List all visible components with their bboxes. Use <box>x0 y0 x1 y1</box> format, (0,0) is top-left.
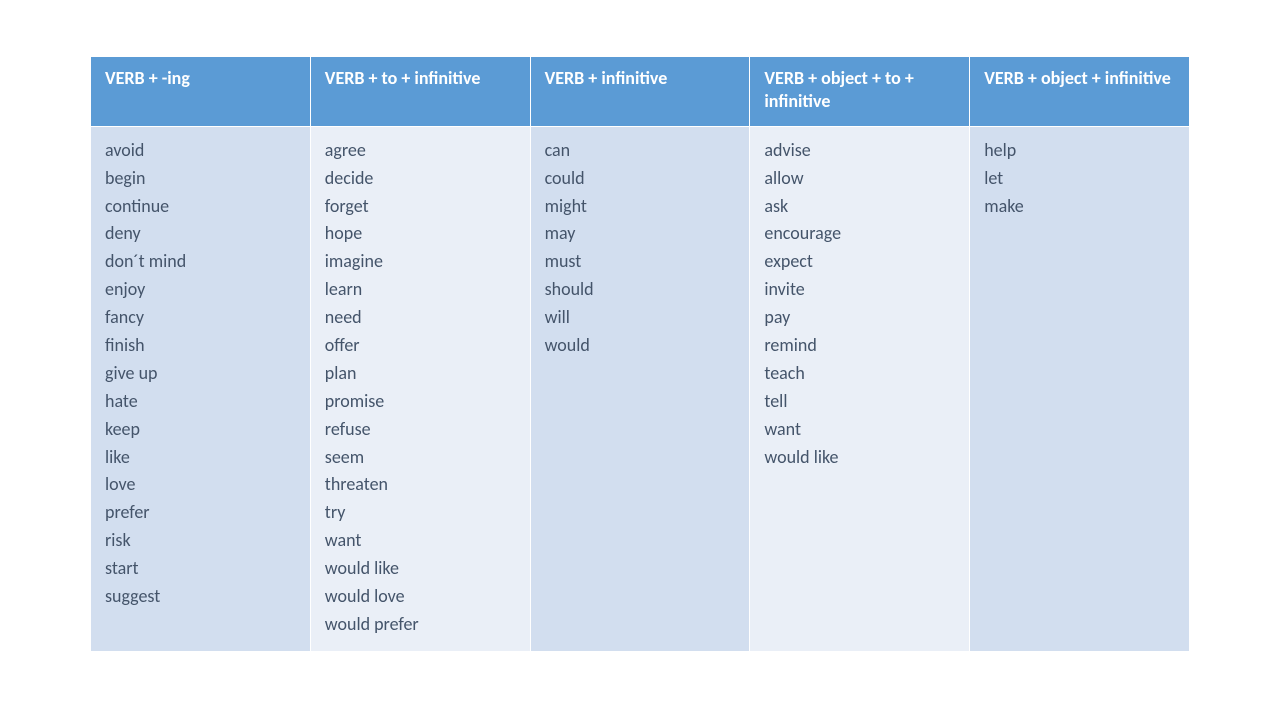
list-item: learn <box>325 276 516 304</box>
list-item: expect <box>764 248 955 276</box>
list-item: want <box>325 527 516 555</box>
list-item: continue <box>105 193 296 221</box>
list-item: like <box>105 444 296 472</box>
list-item: advise <box>764 137 955 165</box>
list-item: risk <box>105 527 296 555</box>
col-header-1: VERB + to + infinitive <box>310 57 530 127</box>
list-item: may <box>545 220 736 248</box>
col-header-4: VERB + object + infinitive <box>970 57 1190 127</box>
list-item: imagine <box>325 248 516 276</box>
verb-patterns-table: VERB + -ing VERB + to + infinitive VERB … <box>90 56 1190 652</box>
list-item: make <box>984 193 1175 221</box>
list-item: don´t mind <box>105 248 296 276</box>
page-container: VERB + -ing VERB + to + infinitive VERB … <box>0 0 1280 652</box>
list-item: should <box>545 276 736 304</box>
list-item: ask <box>764 193 955 221</box>
col-cell-1: agreedecideforgethopeimaginelearnneedoff… <box>310 126 530 651</box>
list-item: want <box>764 416 955 444</box>
list-item: hope <box>325 220 516 248</box>
list-item: give up <box>105 360 296 388</box>
col-header-3: VERB + object + to + infinitive <box>750 57 970 127</box>
list-item: would like <box>764 444 955 472</box>
list-item: plan <box>325 360 516 388</box>
list-item: would <box>545 332 736 360</box>
list-item: hate <box>105 388 296 416</box>
list-item: remind <box>764 332 955 360</box>
list-item: enjoy <box>105 276 296 304</box>
list-item: agree <box>325 137 516 165</box>
list-item: deny <box>105 220 296 248</box>
list-item: keep <box>105 416 296 444</box>
list-item: can <box>545 137 736 165</box>
list-item: try <box>325 499 516 527</box>
list-item: fancy <box>105 304 296 332</box>
list-item: love <box>105 471 296 499</box>
col-cell-2: cancouldmightmaymustshouldwillwould <box>530 126 750 651</box>
list-item: finish <box>105 332 296 360</box>
col-header-2: VERB + infinitive <box>530 57 750 127</box>
col-cell-0: avoidbegincontinuedenydon´t mindenjoyfan… <box>91 126 311 651</box>
list-item: would like <box>325 555 516 583</box>
list-item: seem <box>325 444 516 472</box>
list-item: decide <box>325 165 516 193</box>
list-item: prefer <box>105 499 296 527</box>
list-item: teach <box>764 360 955 388</box>
list-item: tell <box>764 388 955 416</box>
list-item: might <box>545 193 736 221</box>
list-item: begin <box>105 165 296 193</box>
list-item: pay <box>764 304 955 332</box>
list-item: must <box>545 248 736 276</box>
list-item: will <box>545 304 736 332</box>
list-item: would prefer <box>325 611 516 639</box>
list-item: refuse <box>325 416 516 444</box>
list-item: need <box>325 304 516 332</box>
list-item: let <box>984 165 1175 193</box>
list-item: avoid <box>105 137 296 165</box>
col-cell-4: helpletmake <box>970 126 1190 651</box>
list-item: suggest <box>105 583 296 611</box>
list-item: encourage <box>764 220 955 248</box>
list-item: offer <box>325 332 516 360</box>
list-item: forget <box>325 193 516 221</box>
col-cell-3: adviseallowaskencourageexpectinvitepayre… <box>750 126 970 651</box>
list-item: could <box>545 165 736 193</box>
list-item: allow <box>764 165 955 193</box>
list-item: invite <box>764 276 955 304</box>
col-header-0: VERB + -ing <box>91 57 311 127</box>
table-body-row: avoidbegincontinuedenydon´t mindenjoyfan… <box>91 126 1190 651</box>
list-item: threaten <box>325 471 516 499</box>
list-item: help <box>984 137 1175 165</box>
list-item: would love <box>325 583 516 611</box>
list-item: start <box>105 555 296 583</box>
list-item: promise <box>325 388 516 416</box>
table-header-row: VERB + -ing VERB + to + infinitive VERB … <box>91 57 1190 127</box>
